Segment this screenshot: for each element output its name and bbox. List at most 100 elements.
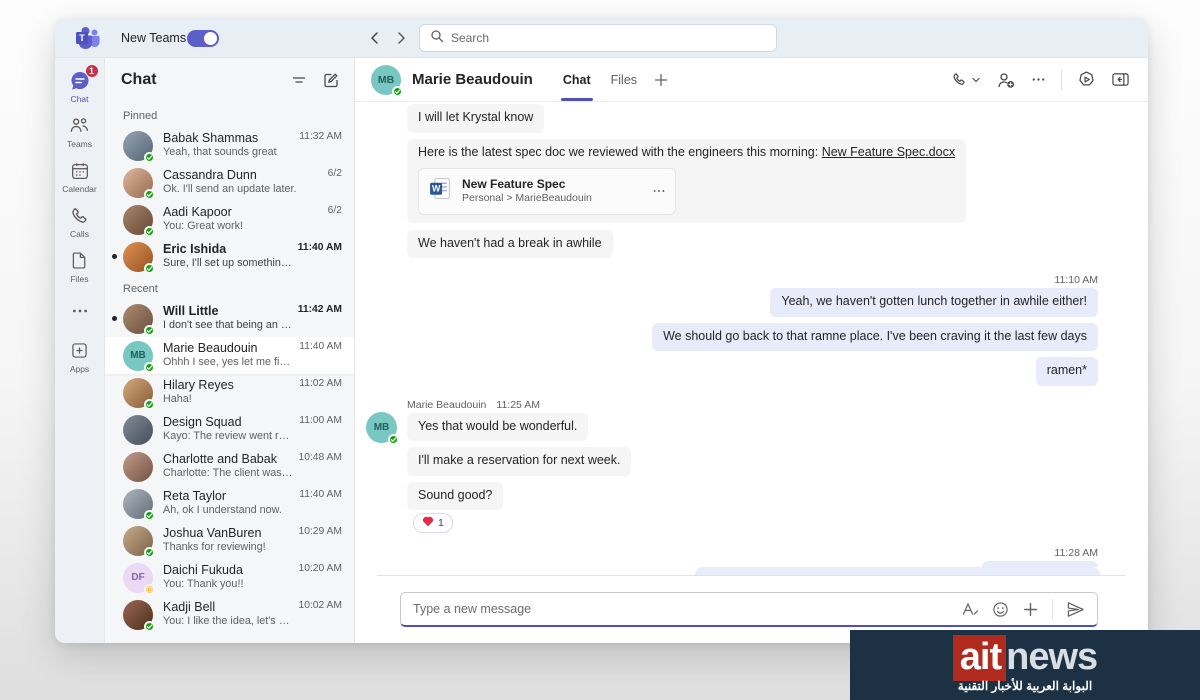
forward-button[interactable] [391, 28, 411, 48]
search-input[interactable] [451, 31, 766, 45]
available-presence-badge [144, 226, 155, 237]
chat-item-name: Daichi Fukuda [163, 563, 292, 578]
new-chat-button[interactable] [322, 71, 340, 89]
file-options-button[interactable] [652, 184, 666, 198]
send-icon [1066, 600, 1085, 619]
file-link[interactable]: New Feature Spec.docx [822, 145, 955, 159]
chat-item-name: Cassandra Dunn [163, 168, 322, 183]
chat-list-item[interactable]: Design SquadKayo: The review went really… [105, 411, 354, 448]
sidebar-item-teams[interactable]: Teams [56, 109, 104, 153]
logo-suffix: news [1006, 636, 1097, 678]
chat-item-name: Kadji Bell [163, 600, 292, 615]
sidebar-item-files[interactable]: Files [56, 244, 104, 288]
open-pane-button[interactable] [1111, 71, 1130, 88]
sidebar-item-label: Apps [70, 364, 89, 374]
conversation-tabs: ChatFiles [553, 58, 647, 101]
tab-files[interactable]: Files [601, 58, 647, 101]
files-icon [69, 249, 90, 273]
sidebar-item-calendar[interactable]: Calendar [56, 154, 104, 198]
conversation-title: Marie Beaudouin [412, 71, 533, 88]
chat-list-item[interactable]: MB Marie BeaudouinOhhh I see, yes let me … [105, 337, 354, 374]
add-people-button[interactable] [996, 71, 1016, 89]
chat-list-item[interactable]: Eric IshidaSure, I'll set up something f… [105, 238, 354, 275]
compose-box[interactable] [400, 592, 1098, 627]
panel-title: Chat [121, 71, 290, 89]
add-tab-button[interactable] [653, 72, 669, 88]
avatar: MB [371, 65, 401, 95]
chat-item-time: 10:48 AM [298, 452, 342, 463]
avatar: MB [123, 341, 153, 371]
chat-list-item[interactable]: Hilary ReyesHaha! 11:02 AM [105, 374, 354, 411]
chat-item-name: Charlotte and Babak [163, 452, 292, 467]
chat-item-preview: I don't see that being an issue. Can you… [163, 319, 292, 332]
chat-list-item[interactable]: DFDaichi FukudaYou: Thank you!!10:20 AM [105, 559, 354, 596]
message-bubble: ramen* [1036, 357, 1098, 386]
more-options-button[interactable] [1031, 72, 1046, 87]
chat-list: PinnedBabak ShammasYeah, that sounds gre… [105, 102, 354, 643]
chat-item-text: Aadi KapoorYou: Great work! [163, 205, 322, 233]
sidebar-item-apps[interactable]: Apps [56, 334, 104, 378]
call-button[interactable] [951, 71, 981, 88]
chat-item-time: 11:00 AM [299, 415, 342, 426]
chat-list-item[interactable]: Babak ShammasYeah, that sounds great11:3… [105, 127, 354, 164]
person-add-icon [996, 71, 1016, 89]
chat-item-text: Cassandra DunnOk. I'll send an update la… [163, 168, 322, 196]
ellipsis-icon [652, 184, 666, 198]
new-teams-toggle[interactable] [187, 30, 219, 47]
search-box[interactable] [419, 24, 777, 52]
available-presence-badge [144, 263, 155, 274]
chevron-right-icon [393, 30, 409, 46]
aitnews-watermark: aitnews البوابة العربية للأخبار التقنية [850, 630, 1200, 700]
emoji-button[interactable] [992, 601, 1009, 618]
video-clip-button[interactable] [1077, 70, 1096, 89]
chat-item-name: Hilary Reyes [163, 378, 293, 393]
chat-item-time: 11:40 AM [299, 341, 342, 352]
back-button[interactable] [365, 28, 385, 48]
message-bubble: I'll make a reservation for next week. [407, 447, 631, 476]
chat-list-item[interactable]: Charlotte and BabakCharlotte: The client… [105, 448, 354, 485]
tab-chat[interactable]: Chat [553, 58, 601, 101]
chat-item-name: Reta Taylor [163, 489, 293, 504]
section-label: Pinned [105, 102, 354, 127]
word-doc-icon: W [428, 176, 453, 207]
avatar [123, 304, 153, 334]
conversation-pane: MB Marie Beaudouin ChatFiles [355, 58, 1148, 643]
plus-icon [1022, 601, 1039, 618]
chat-list-item[interactable]: Reta TaylorAh, ok I understand now.11:40… [105, 485, 354, 522]
filter-button[interactable] [290, 71, 308, 89]
file-card-text: New Feature SpecPersonal > MarieBeaudoui… [462, 177, 643, 206]
send-button[interactable] [1066, 600, 1085, 619]
chat-list-item[interactable]: Aadi KapoorYou: Great work! 6/2 [105, 201, 354, 238]
message-row: We haven't had a break in awhile [407, 230, 1098, 259]
reaction-pill[interactable]: 1 [413, 513, 453, 533]
chat-item-preview: Haha! [163, 393, 293, 406]
message-input[interactable] [413, 602, 961, 616]
chat-list-item[interactable]: Kadji BellYou: I like the idea, let's pi… [105, 596, 354, 633]
sidebar-item-chat[interactable]: 1Chat [56, 64, 104, 108]
chat-item-time: 10:29 AM [298, 526, 342, 537]
chevron-left-icon [367, 30, 383, 46]
available-presence-badge [144, 189, 155, 200]
chat-item-time: 11:02 AM [299, 378, 342, 389]
sidebar-item-more[interactable] [56, 289, 104, 333]
chat-list-panel: Chat PinnedBabak ShammasYeah, that sound… [105, 58, 355, 643]
avatar [123, 415, 153, 445]
chat-item-text: Marie BeaudouinOhhh I see, yes let me fi… [163, 341, 293, 369]
sidebar-item-calls[interactable]: Calls [56, 199, 104, 243]
teams-icon [68, 114, 91, 138]
chat-item-text: Joshua VanBurenThanks for reviewing! [163, 526, 292, 554]
video-clip-icon [1077, 70, 1096, 89]
message-bubble: Sound good? [407, 482, 503, 511]
chat-list-item[interactable]: Will LittleI don't see that being an iss… [105, 300, 354, 337]
file-attachment-card[interactable]: W New Feature SpecPersonal > MarieBeaudou… [418, 168, 676, 215]
message-row: We should go back to that ramne place. I… [407, 323, 1098, 352]
format-button[interactable] [961, 601, 979, 617]
chat-item-time: 10:20 AM [298, 563, 342, 574]
avatar: MB [366, 412, 397, 443]
chat-list-item[interactable]: Cassandra DunnOk. I'll send an update la… [105, 164, 354, 201]
conversation-actions [951, 70, 1130, 90]
chat-item-time: 6/2 [328, 205, 342, 216]
chat-list-item[interactable]: Joshua VanBurenThanks for reviewing! 10:2… [105, 522, 354, 559]
attach-button[interactable] [1022, 601, 1039, 618]
chat-item-name: Eric Ishida [163, 242, 292, 257]
